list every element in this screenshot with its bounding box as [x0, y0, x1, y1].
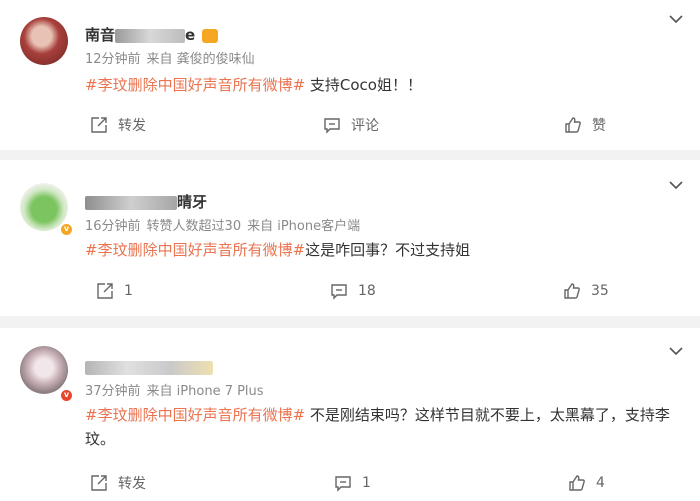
- avatar[interactable]: [20, 17, 68, 65]
- repost-threshold: 转赞人数超过30: [146, 219, 242, 234]
- comment-meta: 16分钟前 转赞人数超过30 来自 iPhone客户端: [85, 219, 366, 235]
- vip-badge-icon: [202, 28, 219, 43]
- comment-meta: 37分钟前 来自 iPhone 7 Plus: [85, 384, 270, 400]
- comment-text: #李玟删除中国好声音所有微博# 不是刚结束吗？这样节目就不要上，太黑幕了，支持李…: [85, 406, 670, 448]
- chevron-down-icon[interactable]: [668, 345, 684, 357]
- verified-badge-icon: v: [60, 389, 73, 402]
- source: 来自 iPhone 7 Plus: [146, 384, 264, 399]
- comment-icon: [324, 118, 340, 134]
- username[interactable]: [85, 358, 213, 376]
- repost-icon: [91, 117, 107, 133]
- thumbs-up-icon: [564, 283, 580, 299]
- chevron-down-icon[interactable]: [668, 13, 684, 25]
- comment-icon: [335, 476, 351, 492]
- comment-button[interactable]: 18: [330, 280, 376, 302]
- comment-card-1: 南音 e 12分钟前 来自 龚俊的俊味仙 #李玟删除中国好声音所有微博# 支持Coc…: [0, 0, 700, 150]
- separator: [0, 316, 700, 328]
- source: 来自 iPhone客户端: [247, 219, 361, 234]
- topic-link[interactable]: #李玟删除中国好声音所有微博#: [85, 241, 305, 259]
- timestamp: 12分钟前: [85, 52, 141, 67]
- repost-button[interactable]: 1: [96, 280, 133, 302]
- comment-button[interactable]: 1: [334, 472, 371, 494]
- like-button[interactable]: 35: [563, 280, 609, 302]
- avatar[interactable]: [20, 346, 68, 394]
- comment-text: #李玟删除中国好声音所有微博#这是咋回事？不过支持姐: [85, 241, 471, 259]
- avatar[interactable]: [20, 183, 68, 231]
- comment-meta: 12分钟前 来自 龚俊的俊味仙: [85, 52, 261, 68]
- timestamp: 37分钟前: [85, 384, 141, 399]
- thumbs-up-icon: [565, 117, 581, 133]
- comment-card-2: v 晴牙 16分钟前 转赞人数超过30 来自 iPhone客户端 #李玟删除中国好声…: [0, 160, 700, 316]
- topic-link[interactable]: #李玟删除中国好声音所有微博#: [85, 76, 305, 94]
- comment-button[interactable]: 评论: [323, 114, 379, 136]
- repost-icon: [97, 283, 113, 299]
- chevron-down-icon[interactable]: [668, 179, 684, 191]
- repost-icon: [91, 475, 107, 491]
- thumbs-up-icon: [569, 475, 585, 491]
- topic-link[interactable]: #李玟删除中国好声音所有微博#: [85, 406, 305, 424]
- comment-card-3: v 37分钟前 来自 iPhone 7 Plus #李玟删除中国好声音所有微博# …: [0, 328, 700, 501]
- repost-button[interactable]: 转发: [90, 472, 146, 494]
- timestamp: 16分钟前: [85, 219, 141, 234]
- source: 来自 龚俊的俊味仙: [146, 52, 255, 67]
- like-button[interactable]: 4: [568, 472, 605, 494]
- separator: [0, 150, 700, 160]
- verified-badge-icon: v: [60, 223, 73, 236]
- like-button[interactable]: 赞: [564, 114, 606, 136]
- username[interactable]: 南音 e: [85, 26, 219, 44]
- username[interactable]: 晴牙: [85, 193, 207, 211]
- comment-text: #李玟删除中国好声音所有微博# 支持Coco姐！！: [85, 76, 422, 94]
- comment-icon: [331, 284, 347, 300]
- repost-button[interactable]: 转发: [90, 114, 146, 136]
